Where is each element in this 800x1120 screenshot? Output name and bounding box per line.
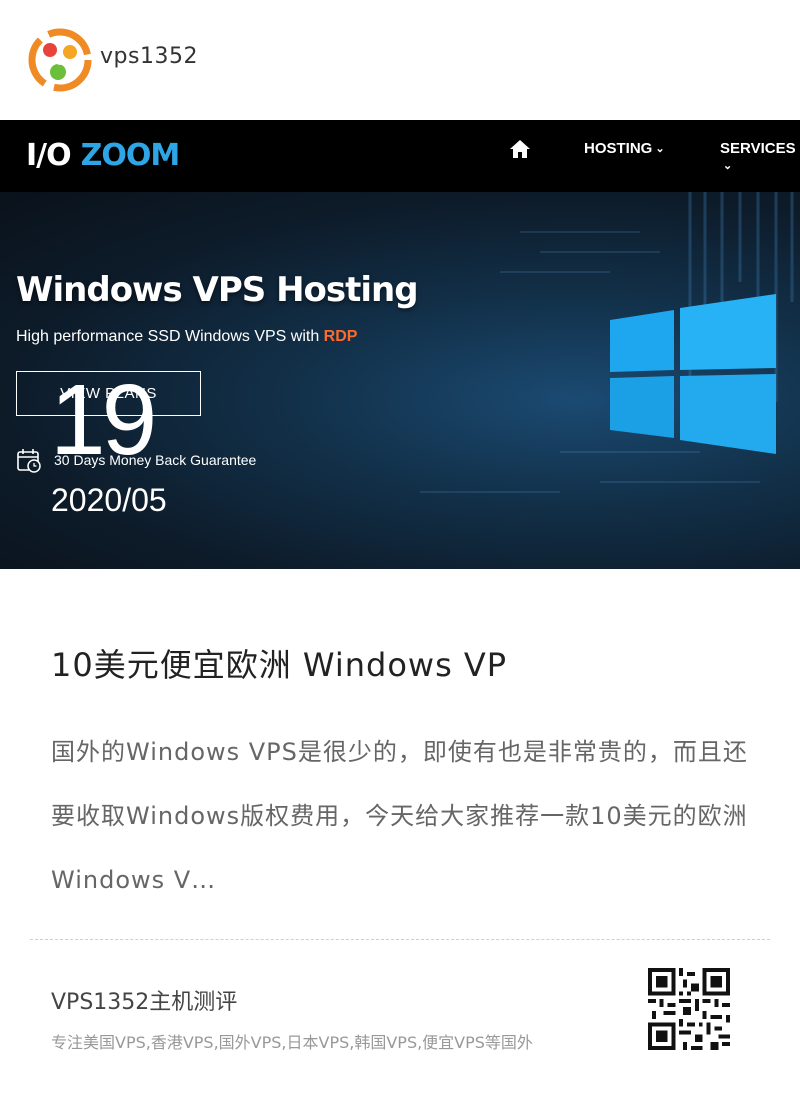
dashed-divider bbox=[30, 939, 770, 940]
chevron-down-icon: ⌄ bbox=[723, 160, 733, 172]
footer-site-title: VPS1352主机测评 bbox=[51, 990, 238, 1015]
brand-io: I/O bbox=[26, 138, 72, 173]
nav-hosting-label: HOSTING bbox=[584, 140, 653, 157]
vps1352-logo-icon[interactable] bbox=[28, 28, 92, 92]
site-name[interactable]: vps1352 bbox=[100, 44, 198, 69]
home-icon[interactable] bbox=[508, 138, 532, 160]
hero-subtitle-highlight: RDP bbox=[323, 328, 358, 345]
calendar-icon bbox=[17, 449, 41, 473]
qr-code-icon[interactable] bbox=[648, 968, 730, 1050]
hero-subtitle-text: High performance SSD Windows VPS with bbox=[16, 328, 324, 345]
brand-zoom: ZOOM bbox=[80, 138, 181, 173]
chevron-down-icon: ⌄ bbox=[655, 143, 665, 155]
ioezoom-brand-logo[interactable]: I/O ZOOM bbox=[26, 138, 181, 173]
nav-hosting[interactable]: HOSTING ⌄ bbox=[584, 140, 665, 157]
cover-navbar: I/O ZOOM HOSTING ⌄ SERVICES⌄ bbox=[0, 120, 800, 192]
nav-services[interactable]: SERVICES ⌄ bbox=[720, 140, 800, 174]
hero-title: Windows VPS Hosting bbox=[16, 270, 419, 310]
site-header: vps1352 bbox=[0, 0, 800, 120]
hero-subtitle: High performance SSD Windows VPS with RD… bbox=[16, 328, 357, 346]
footer-site-description: 专注美国VPS,香港VPS,国外VPS,日本VPS,韩国VPS,便宜VPS等国外 bbox=[51, 1033, 533, 1052]
post-date-year-month: 2020/05 bbox=[51, 482, 167, 518]
nav-services-label: SERVICES bbox=[720, 140, 796, 157]
article-title[interactable]: 10美元便宜欧洲 Windows VP bbox=[51, 640, 771, 686]
article-excerpt: 国外的Windows VPS是很少的，即使有也是非常贵的，而且还要收取Windo… bbox=[51, 738, 748, 894]
cover-image: I/O ZOOM HOSTING ⌄ SERVICES⌄ Windows VPS H… bbox=[0, 120, 800, 569]
windows-logo-icon bbox=[610, 294, 776, 454]
post-date-day: 19 bbox=[50, 364, 157, 476]
